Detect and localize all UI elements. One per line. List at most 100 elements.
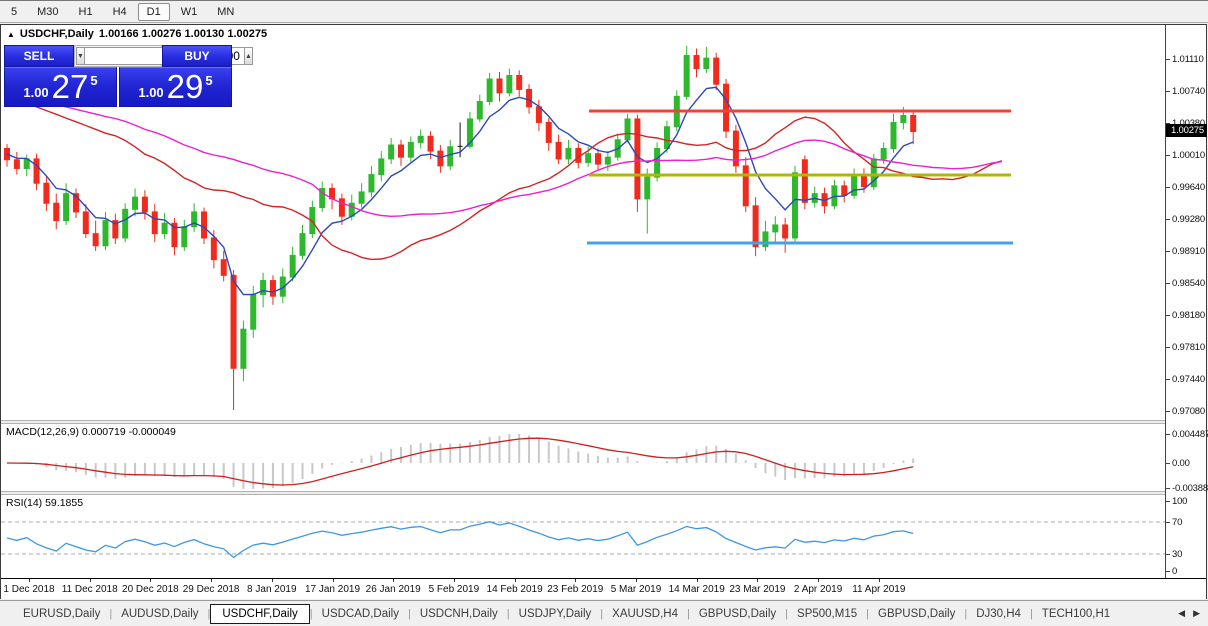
macd-axis-label: 0.00	[1172, 458, 1190, 469]
date-tick	[332, 579, 334, 582]
chart-tab-usdchf-daily[interactable]: USDCHF,Daily	[210, 603, 310, 624]
price-axis-label-tick	[1166, 187, 1170, 188]
price-axis-label-tick	[1166, 219, 1170, 220]
chart-tab-gbpusd-daily[interactable]: GBPUSD,Daily	[869, 605, 964, 623]
rsi-indicator-label: RSI(14) 59.1855	[6, 497, 84, 509]
date-tick	[696, 579, 698, 582]
chart-tab-usdcad-daily[interactable]: USDCAD,Daily	[313, 605, 408, 623]
one-click-trade-panel: SELL ▼ ▲ BUY 1.00 27 5 1.00 29 5	[4, 45, 253, 107]
date-label: 2 Apr 2019	[793, 584, 843, 595]
tab-scroll-right-icon[interactable]: ▶	[1193, 608, 1200, 619]
date-label: 1 Dec 2018	[3, 584, 55, 595]
date-label: 20 Dec 2018	[122, 584, 179, 595]
price-axis-label: 0.99280	[1172, 214, 1205, 225]
rsi-axis-label: 0	[1172, 566, 1178, 577]
chart-tab-gbpusd-daily[interactable]: GBPUSD,Daily	[690, 605, 785, 623]
rsi-axis-label: 70	[1172, 517, 1183, 528]
timeframe-button-W1[interactable]: W1	[172, 4, 207, 20]
sell-price-tile[interactable]: 1.00 27 5	[4, 67, 117, 107]
date-label: 11 Apr 2019	[852, 584, 906, 595]
tab-scroll-left-icon[interactable]: ◀	[1178, 608, 1185, 619]
timeframe-button-MN[interactable]: MN	[208, 4, 243, 20]
buy-button[interactable]: BUY	[162, 45, 232, 67]
price-axis-label: 0.97810	[1172, 342, 1205, 353]
price-axis-label: 0.97440	[1172, 374, 1205, 385]
chart-tab-dj30-h4[interactable]: DJ30,H4	[967, 605, 1030, 623]
price-axis-label: 0.97080	[1172, 406, 1205, 417]
date-label: 11 Dec 2018	[61, 584, 118, 595]
price-axis-label: 1.00380	[1172, 118, 1205, 129]
chart-tab-usdjpy-daily[interactable]: USDJPY,Daily	[510, 605, 601, 623]
chart-tab-bar: EURUSD,Daily | AUDUSD,Daily | USDCHF,Daily | U…	[0, 600, 1208, 626]
chart-tab-tech100-h1[interactable]: TECH100,H1	[1033, 605, 1119, 623]
price-axis-label-tick	[1166, 91, 1170, 92]
date-tick	[89, 579, 91, 582]
date-tick	[453, 579, 455, 582]
date-label: 23 Feb 2019	[547, 584, 604, 595]
price-axis-label-tick	[1166, 59, 1170, 60]
price-axis-label-tick	[1166, 315, 1170, 316]
chart-title: ▲ USDCHF,Daily 1.00166 1.00276 1.00130 1…	[7, 28, 267, 40]
macd-axis-label: 0.004487	[1172, 429, 1208, 440]
timeframe-button-H4[interactable]: H4	[104, 4, 136, 20]
buy-price-figure: 1.00	[138, 84, 164, 100]
timeframe-button-5[interactable]: 5	[2, 4, 26, 20]
date-label: 5 Mar 2019	[610, 584, 662, 595]
date-label: 14 Feb 2019	[486, 584, 543, 595]
tab-scroll-controls: ◀ ▶	[1178, 608, 1208, 619]
rsi-axis-label-tick	[1166, 501, 1170, 502]
chart-tab-usdcnh-daily[interactable]: USDCNH,Daily	[411, 605, 507, 623]
price-axis-label-tick	[1166, 155, 1170, 156]
rsi-axis-label-tick	[1166, 522, 1170, 523]
collapse-arrow-icon[interactable]: ▲	[7, 30, 15, 39]
chart-symbol-label: USDCHF,Daily	[19, 28, 94, 40]
date-axis[interactable]: 1 Dec 2018 11 Dec 2018 20 Dec 2018 29 Dec 2…	[1, 578, 1206, 599]
sell-price-figure: 1.00	[23, 84, 49, 100]
rsi-axis-label: 100	[1172, 496, 1188, 507]
date-tick	[636, 579, 637, 582]
macd-axis-label-tick	[1166, 434, 1170, 435]
chart-tab-eurusd-daily[interactable]: EURUSD,Daily	[14, 605, 109, 623]
pane-splitter-rsi[interactable]	[1, 491, 1206, 495]
date-label: 23 Mar 2019	[729, 584, 786, 595]
price-axis-label-tick	[1166, 379, 1170, 380]
buy-price-point: 5	[205, 72, 213, 88]
pane-splitter-macd[interactable]	[1, 420, 1206, 424]
sell-button[interactable]: SELL	[4, 45, 74, 67]
volume-increase-icon[interactable]: ▲	[243, 47, 253, 65]
date-tick	[29, 579, 30, 582]
price-axis-label-tick	[1166, 123, 1170, 124]
timeframe-button-D1[interactable]: D1	[137, 2, 170, 21]
price-axis-label: 0.98910	[1172, 246, 1205, 257]
timeframe-button-M30[interactable]: M30	[28, 4, 67, 20]
price-axis[interactable]: 1.00275 1.01110 1.00740 1.00380 1.00010 0.99…	[1165, 25, 1208, 578]
chart-ohlc-quote: 1.00166 1.00276 1.00130 1.00275	[98, 28, 268, 40]
chart-tab-sp500-m15[interactable]: SP500,M15	[788, 605, 866, 623]
date-tick	[393, 579, 395, 582]
sell-price-point: 5	[90, 72, 98, 88]
date-label: 26 Jan 2019	[365, 584, 421, 595]
price-chart[interactable]	[1, 25, 1165, 578]
volume-decrease-icon[interactable]: ▼	[76, 47, 85, 65]
price-axis-label: 0.98540	[1172, 278, 1205, 289]
price-axis-label-tick	[1166, 283, 1170, 284]
chart-window: ▲ USDCHF,Daily 1.00166 1.00276 1.00130 1…	[0, 24, 1208, 599]
rsi-axis-label-tick	[1166, 571, 1170, 572]
date-tick	[150, 579, 152, 582]
chart-tab-audusd-daily[interactable]: AUDUSD,Daily	[112, 605, 207, 623]
macd-indicator-label: MACD(12,26,9) 0.000719 -0.000049	[6, 426, 176, 438]
price-axis-label: 0.99640	[1172, 182, 1205, 193]
buy-price-tile[interactable]: 1.00 29 5	[119, 67, 232, 107]
price-axis-label: 0.98180	[1172, 310, 1205, 321]
date-label: 29 Dec 2018	[182, 584, 240, 595]
date-tick	[514, 579, 516, 582]
macd-axis-label-tick	[1166, 488, 1170, 489]
rsi-axis-label-tick	[1166, 554, 1170, 555]
buy-price-pips: 29	[166, 68, 204, 105]
timeframe-button-H1[interactable]: H1	[70, 4, 102, 20]
date-tick	[211, 579, 213, 582]
chart-tab-xauusd-h4[interactable]: XAUUSD,H4	[603, 605, 687, 623]
rsi-axis-label: 30	[1172, 549, 1183, 560]
sell-price-pips: 27	[51, 68, 89, 105]
price-axis-label: 1.00010	[1172, 150, 1205, 161]
